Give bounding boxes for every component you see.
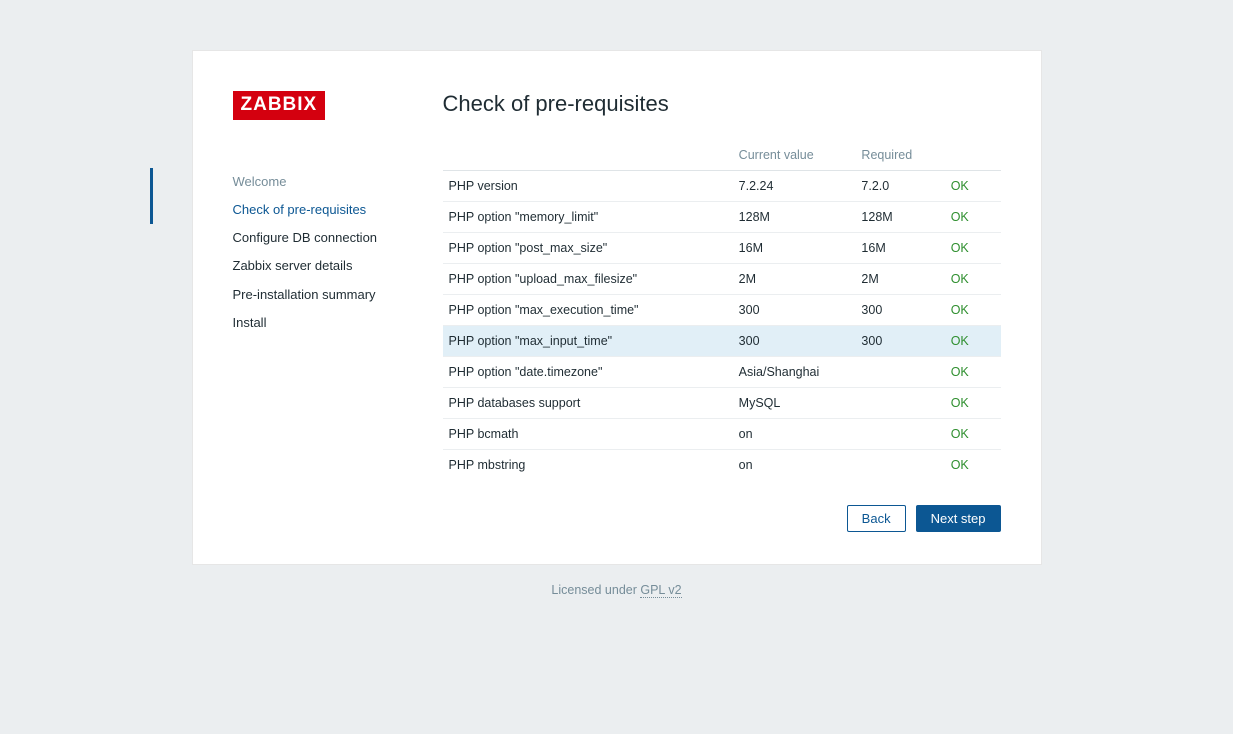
column-header-required: Required — [855, 140, 944, 171]
cell-name: PHP option "max_execution_time" — [443, 295, 733, 326]
table-row: PHP option "date.timezone"Asia/Shanghai O… — [443, 357, 1001, 388]
footer-text: Licensed under — [551, 583, 640, 597]
table-row: PHP option "max_input_time"300300OK — [443, 326, 1001, 357]
status-badge: OK — [951, 303, 969, 317]
table-header-row: Current value Required — [443, 140, 1001, 171]
cell-name: PHP version — [443, 171, 733, 202]
cell-name: PHP mbstring — [443, 450, 733, 480]
cell-status: OK — [945, 233, 1001, 264]
status-badge: OK — [951, 396, 969, 410]
status-badge: OK — [951, 272, 969, 286]
logo: ZABBIX — [233, 91, 326, 120]
cell-current: MySQL — [733, 388, 856, 419]
status-badge: OK — [951, 365, 969, 379]
cell-status: OK — [945, 357, 1001, 388]
cell-name: PHP databases support — [443, 388, 733, 419]
cell-status: OK — [945, 326, 1001, 357]
cell-required: 2M — [855, 264, 944, 295]
table-row: PHP option "upload_max_filesize"2M2MOK — [443, 264, 1001, 295]
license-link[interactable]: GPL v2 — [640, 583, 681, 598]
cell-required: 300 — [855, 326, 944, 357]
cell-required: 16M — [855, 233, 944, 264]
status-badge: OK — [951, 241, 969, 255]
cell-required — [855, 450, 944, 480]
cell-status: OK — [945, 171, 1001, 202]
page-title: Check of pre-requisites — [443, 91, 1001, 117]
setup-steps: WelcomeCheck of pre-requisitesConfigure … — [190, 168, 443, 337]
sidebar: ZABBIX WelcomeCheck of pre-requisitesCon… — [233, 91, 443, 532]
status-badge: OK — [951, 210, 969, 224]
sidebar-step[interactable]: Zabbix server details — [233, 252, 443, 280]
prerequisites-table-wrap[interactable]: Current value Required PHP version7.2.24… — [443, 139, 1001, 479]
sidebar-step[interactable]: Check of pre-requisites — [233, 196, 443, 224]
cell-required: 300 — [855, 295, 944, 326]
column-header-name — [443, 140, 733, 171]
cell-required — [855, 357, 944, 388]
table-row: PHP option "post_max_size"16M16MOK — [443, 233, 1001, 264]
cell-current: on — [733, 450, 856, 480]
main-content: Check of pre-requisites Current value Re… — [443, 91, 1001, 532]
cell-name: PHP option "post_max_size" — [443, 233, 733, 264]
cell-current: 2M — [733, 264, 856, 295]
cell-required: 128M — [855, 202, 944, 233]
column-header-current: Current value — [733, 140, 856, 171]
sidebar-step[interactable]: Pre-installation summary — [233, 281, 443, 309]
sidebar-step[interactable]: Welcome — [233, 168, 443, 196]
cell-current: 128M — [733, 202, 856, 233]
status-badge: OK — [951, 427, 969, 441]
footer: Licensed under GPL v2 — [0, 583, 1233, 597]
cell-name: PHP option "upload_max_filesize" — [443, 264, 733, 295]
cell-name: PHP option "date.timezone" — [443, 357, 733, 388]
cell-required — [855, 388, 944, 419]
cell-current: 300 — [733, 326, 856, 357]
status-badge: OK — [951, 334, 969, 348]
table-row: PHP databases supportMySQL OK — [443, 388, 1001, 419]
cell-name: PHP option "max_input_time" — [443, 326, 733, 357]
cell-name: PHP option "memory_limit" — [443, 202, 733, 233]
cell-current: 300 — [733, 295, 856, 326]
table-row: PHP option "memory_limit"128M128MOK — [443, 202, 1001, 233]
cell-current: Asia/Shanghai — [733, 357, 856, 388]
cell-required — [855, 419, 944, 450]
table-row: PHP mbstringon OK — [443, 450, 1001, 480]
status-badge: OK — [951, 179, 969, 193]
cell-status: OK — [945, 450, 1001, 480]
status-badge: OK — [951, 458, 969, 472]
cell-status: OK — [945, 388, 1001, 419]
cell-name: PHP bcmath — [443, 419, 733, 450]
cell-current: on — [733, 419, 856, 450]
cell-status: OK — [945, 202, 1001, 233]
table-row: PHP bcmathon OK — [443, 419, 1001, 450]
sidebar-step[interactable]: Install — [233, 309, 443, 337]
back-button[interactable]: Back — [847, 505, 906, 532]
prerequisites-table: Current value Required PHP version7.2.24… — [443, 140, 1001, 479]
cell-current: 7.2.24 — [733, 171, 856, 202]
column-header-status — [945, 140, 1001, 171]
next-step-button[interactable]: Next step — [916, 505, 1001, 532]
cell-status: OK — [945, 295, 1001, 326]
table-row: PHP version7.2.247.2.0 OK — [443, 171, 1001, 202]
setup-container: ZABBIX WelcomeCheck of pre-requisitesCon… — [192, 50, 1042, 565]
table-row: PHP option "max_execution_time"300300OK — [443, 295, 1001, 326]
sidebar-step[interactable]: Configure DB connection — [233, 224, 443, 252]
cell-status: OK — [945, 264, 1001, 295]
cell-required: 7.2.0 — [855, 171, 944, 202]
cell-current: 16M — [733, 233, 856, 264]
button-row: Back Next step — [443, 479, 1001, 532]
cell-status: OK — [945, 419, 1001, 450]
